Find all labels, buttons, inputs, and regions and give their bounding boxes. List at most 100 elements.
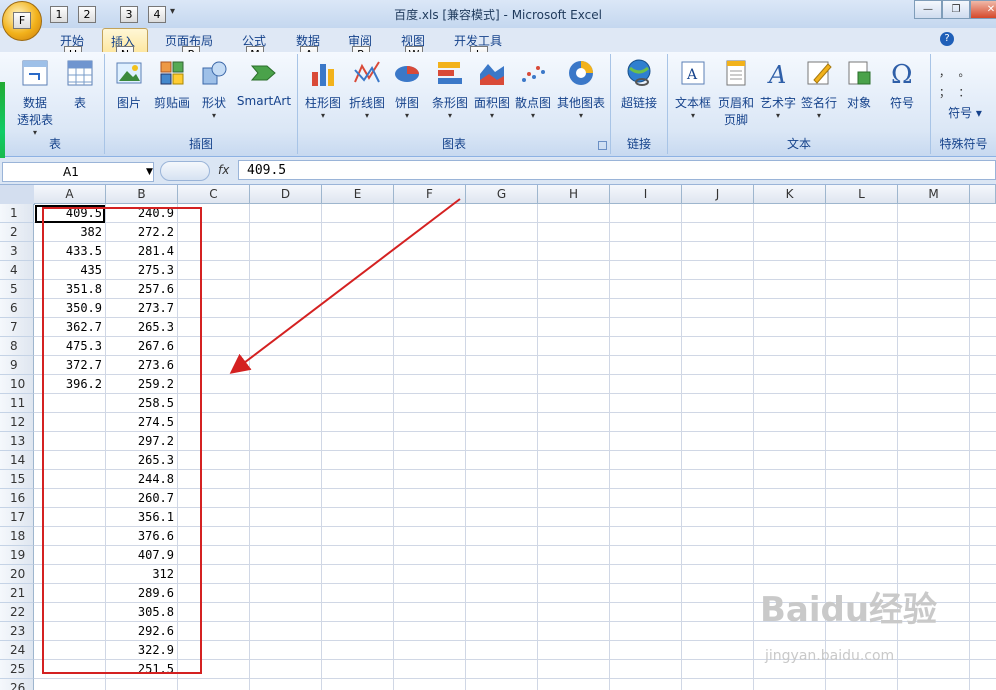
- group-charts: 柱形图▾ 折线图▾ 饼图▾ 条形图▾ 面积图▾ 散点图▾ 其他图表▾ 图表 la…: [298, 54, 611, 154]
- group-text: A 文本框 ▾ 页眉和 页脚 A 艺术字 ▾ 签名行 ▾ 对象 Ω 符号 文本: [668, 54, 931, 154]
- qat-keytip-2[interactable]: 2: [78, 6, 96, 23]
- column-chart-label: 柱形图: [304, 96, 341, 110]
- pivot-table-button[interactable]: 数据 透视表 ▾: [12, 58, 58, 137]
- picture-icon: [116, 62, 142, 84]
- column-chart-button[interactable]: 柱形图 ▾: [302, 58, 344, 120]
- shapes-button[interactable]: 形状 ▾: [197, 58, 231, 120]
- object-label: 对象: [846, 96, 871, 110]
- baidu-watermark: Baidu经验: [760, 590, 938, 630]
- group-label-links: 链接: [626, 137, 651, 151]
- object-icon: [848, 61, 871, 85]
- minimize-button[interactable]: —: [914, 0, 942, 19]
- table-button[interactable]: 表: [60, 58, 100, 111]
- name-box-dropdown-icon[interactable]: ▼: [146, 163, 153, 181]
- header-footer-label: 页眉和 页脚: [717, 96, 754, 127]
- other-charts-icon: [569, 61, 593, 85]
- worksheet-grid[interactable]: ABCDEFGHIJKLM 1 2 3 4 5 6 7 8 9 10 11 12 13 14 15 16 17 1…: [0, 185, 996, 690]
- pivot-table-icon: [22, 60, 48, 86]
- insert-function-icon[interactable]: fx: [218, 163, 229, 177]
- scatter-chart-button[interactable]: 散点图 ▾: [512, 58, 554, 120]
- header-footer-icon: [726, 60, 746, 86]
- scatter-chart-label: 散点图: [514, 96, 551, 110]
- picture-button[interactable]: 图片: [111, 58, 147, 111]
- area-chart-icon: [480, 64, 504, 85]
- other-charts-label: 其他图表: [556, 96, 605, 110]
- qat-keytip-3[interactable]: 3: [120, 6, 138, 23]
- area-chart-button[interactable]: 面积图 ▾: [472, 58, 512, 120]
- bar-chart-icon: [438, 62, 462, 84]
- scatter-chart-icon: [522, 66, 545, 82]
- group-label-special-symbols: 特殊符号: [939, 137, 988, 151]
- formula-input[interactable]: 409.5: [238, 160, 996, 180]
- formula-expand-handle[interactable]: [160, 161, 210, 181]
- picture-label: 图片: [116, 96, 141, 110]
- line-chart-button[interactable]: 折线图 ▾: [346, 58, 388, 120]
- text-box-button[interactable]: A 文本框 ▾: [672, 58, 714, 120]
- globe-link-icon: [627, 59, 651, 86]
- name-box-value: A1: [63, 165, 79, 179]
- object-button[interactable]: 对象: [842, 58, 876, 111]
- hyperlink-button[interactable]: 超链接: [615, 58, 663, 111]
- hyperlink-label: 超链接: [620, 96, 657, 110]
- window-controls: — ❐ ✕: [914, 0, 996, 19]
- other-charts-button[interactable]: 其他图表 ▾: [554, 58, 608, 120]
- formula-bar: A1 ▼ fx 409.5: [0, 158, 996, 185]
- office-keytip: F: [13, 12, 31, 29]
- pie-chart-icon: [395, 66, 419, 82]
- svg-text:A: A: [767, 61, 786, 88]
- group-tables: 数据 透视表 ▾ 表 表: [6, 54, 105, 154]
- special-symbol-label: 符号: [948, 106, 973, 120]
- symbol-label: 符号: [889, 96, 914, 110]
- wordart-label: 艺术字: [759, 96, 796, 110]
- symbol-button[interactable]: Ω 符号: [882, 58, 922, 111]
- omega-symbol-icon: Ω: [891, 60, 913, 88]
- bar-chart-button[interactable]: 条形图 ▾: [428, 58, 472, 120]
- ribbon: 数据 透视表 ▾ 表 表 图片 剪贴画 形状 ▾ SmartArt 插图 柱形图…: [0, 52, 996, 157]
- clip-art-button[interactable]: 剪贴画: [151, 58, 193, 111]
- special-symbol-button[interactable]: 符号 ▾: [937, 104, 993, 121]
- group-label-illustrations: 插图: [188, 137, 213, 151]
- group-links: 超链接 链接: [611, 54, 668, 154]
- group-illustrations: 图片 剪贴画 形状 ▾ SmartArt 插图: [105, 54, 298, 154]
- signature-line-label: 签名行: [800, 96, 837, 110]
- help-icon[interactable]: ?: [940, 32, 954, 46]
- pie-chart-label: 饼图: [394, 96, 419, 110]
- office-button[interactable]: F: [2, 1, 42, 41]
- qat-keytip-1[interactable]: 1: [50, 6, 68, 23]
- quick-access-toolbar: 1 2 3 4: [50, 6, 166, 23]
- group-special-symbols: ，。 ；： 符号 ▾ 特殊符号: [931, 54, 996, 154]
- shapes-label: 形状: [201, 96, 226, 110]
- area-chart-label: 面积图: [473, 96, 510, 110]
- smartart-button[interactable]: SmartArt: [235, 58, 293, 108]
- qat-customize-icon[interactable]: ▾: [170, 6, 175, 17]
- qat-keytip-4[interactable]: 4: [148, 6, 166, 23]
- bar-chart-label: 条形图: [431, 96, 468, 110]
- punctuation-glyphs-2[interactable]: ；：: [939, 84, 984, 100]
- charts-dialog-launcher[interactable]: launch: [598, 141, 607, 150]
- pivot-table-label: 数据 透视表: [16, 96, 53, 127]
- baidu-watermark-url: jingyan.baidu.com: [765, 648, 895, 664]
- ribbon-tabs: 开始 插入 页面布局 公式 数据 审阅 视图 开发工具 H N P M A R …: [0, 28, 996, 63]
- name-box[interactable]: A1 ▼: [2, 162, 154, 182]
- smartart-label: SmartArt: [236, 94, 292, 108]
- restore-button[interactable]: ❐: [942, 0, 970, 19]
- clip-art-icon: [160, 61, 184, 85]
- signature-line-button[interactable]: 签名行 ▾: [798, 58, 840, 120]
- close-button[interactable]: ✕: [970, 0, 996, 19]
- shapes-icon: [202, 61, 227, 85]
- group-label-text: 文本: [786, 137, 811, 151]
- smartart-icon: [250, 65, 276, 81]
- group-label-charts: 图表: [441, 137, 466, 151]
- punctuation-glyphs[interactable]: ，。: [939, 64, 984, 80]
- pie-chart-button[interactable]: 饼图 ▾: [390, 58, 424, 120]
- signature-pen-icon: [807, 61, 832, 85]
- table-label: 表: [73, 96, 86, 110]
- text-box-label: 文本框: [674, 96, 711, 110]
- column-chart-icon: [312, 64, 334, 86]
- header-footer-button[interactable]: 页眉和 页脚: [714, 58, 758, 128]
- group-label-tables: 表: [48, 137, 61, 151]
- svg-text:A: A: [686, 67, 698, 83]
- wordart-icon: A: [767, 61, 786, 88]
- text-box-icon: A: [681, 61, 705, 85]
- wordart-button[interactable]: A 艺术字 ▾: [758, 58, 798, 120]
